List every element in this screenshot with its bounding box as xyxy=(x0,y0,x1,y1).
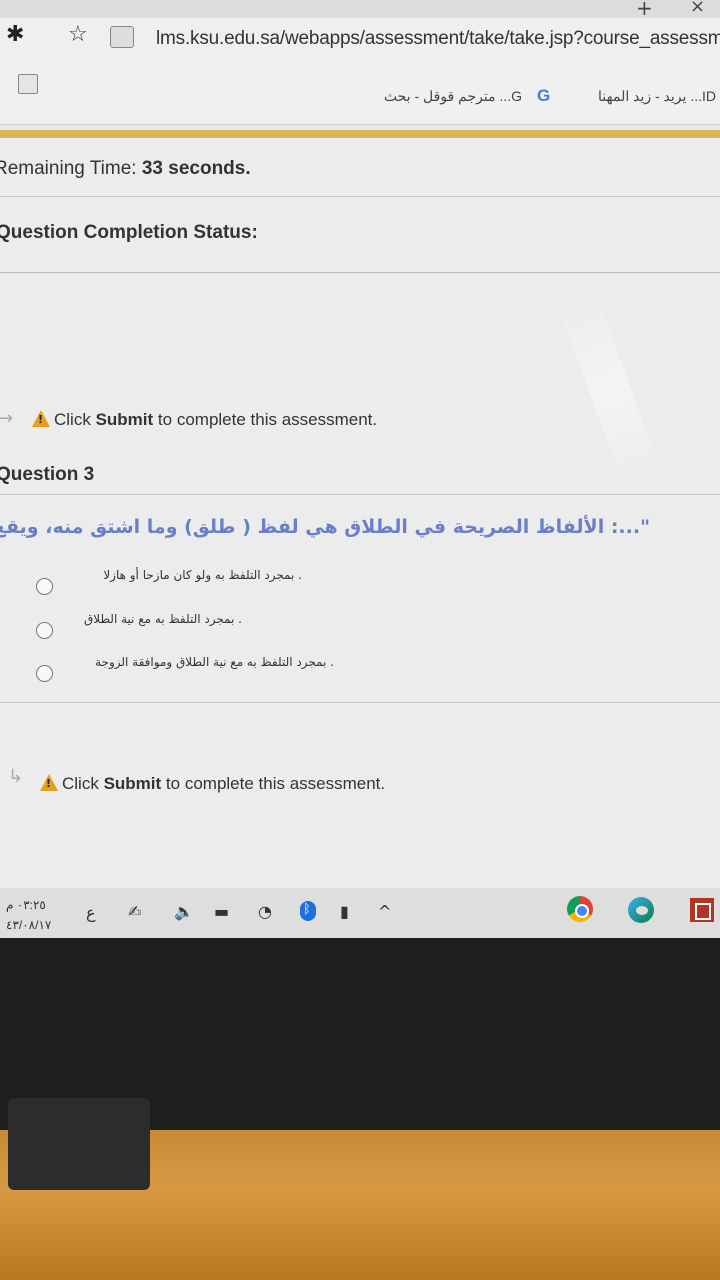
remaining-time: Remaining Time: 33 seconds. xyxy=(0,158,251,180)
option-label: . بمجرد التلفظ به مع نية الطلاق وموافقة … xyxy=(95,655,334,669)
usb-icon[interactable]: ▮ xyxy=(340,902,349,921)
divider xyxy=(0,272,720,273)
completion-status-label: Question Completion Status: xyxy=(0,222,258,243)
chevron-up-icon[interactable]: ^ xyxy=(378,902,391,921)
laptop-screen: + × ✱ ☆ lms.ksu.edu.sa/webapps/assessmen… xyxy=(0,0,720,938)
page-info-icon[interactable] xyxy=(110,26,134,48)
taskbar xyxy=(0,888,720,938)
volume-icon[interactable]: 🔈 xyxy=(174,902,194,921)
arrow-icon: → xyxy=(0,408,14,429)
submit-link[interactable]: Submit xyxy=(104,774,162,793)
warning-icon xyxy=(40,774,58,791)
pen-icon[interactable]: ✍ xyxy=(128,902,141,921)
window-titlebar: + × xyxy=(0,0,720,20)
divider xyxy=(0,494,720,495)
bookmark-item[interactable]: يريد - زيد المهنا ...ID xyxy=(598,88,716,105)
battery-icon[interactable]: ▬ xyxy=(214,902,229,921)
new-tab-button[interactable]: + xyxy=(636,0,653,20)
clock-date: ٤٣/٠٨/١٧ xyxy=(6,918,52,932)
option-radio[interactable] xyxy=(36,578,53,595)
reading-list-icon[interactable] xyxy=(18,74,38,94)
submit-instruction: Click Submit to complete this assessment… xyxy=(40,774,385,794)
bluetooth-icon[interactable] xyxy=(300,901,316,921)
divider xyxy=(0,702,720,703)
submit-link[interactable]: Submit xyxy=(96,410,154,429)
remaining-time-value: 33 xyxy=(141,158,163,179)
google-translate-icon: G xyxy=(537,86,551,105)
desk-object xyxy=(8,1098,150,1190)
warning-icon xyxy=(32,410,50,427)
option-radio[interactable] xyxy=(36,665,53,682)
header-accent-bar xyxy=(0,130,720,138)
remaining-time-unit: seconds. xyxy=(168,158,251,179)
bookmark-item[interactable]: مترجم قوقل - بحث ...G xyxy=(384,88,522,105)
close-window-button[interactable]: × xyxy=(690,0,705,17)
option-radio[interactable] xyxy=(36,622,53,639)
language-indicator[interactable]: ع xyxy=(86,903,96,922)
chrome-icon[interactable] xyxy=(567,896,593,922)
taskbar-clock[interactable]: ٠٣:٢٥ م ٤٣/٠٨/١٧ xyxy=(6,895,51,935)
edge-icon[interactable] xyxy=(628,897,654,923)
remaining-time-label: Remaining Time: xyxy=(0,158,137,179)
option-label: . بمجرد التلفظ به مع نية الطلاق xyxy=(83,612,242,626)
divider xyxy=(0,196,720,197)
submit-instruction: Click Submit to complete this assessment… xyxy=(32,410,377,430)
question-text: "...: الألفاظ الصريحة في الطلاق هي لفظ (… xyxy=(0,516,650,538)
bookmark-star-icon[interactable]: ☆ xyxy=(68,22,88,47)
option-label: . بمجرد التلفظ به ولو كان مازحا أو هازلا xyxy=(103,568,302,582)
address-bar[interactable]: lms.ksu.edu.sa/webapps/assessment/take/t… xyxy=(156,28,720,50)
extension-icon[interactable]: ✱ xyxy=(6,22,24,47)
question-title: Question 3 xyxy=(0,464,95,485)
clock-time: ٠٣:٢٥ م xyxy=(6,898,46,912)
arrow-icon: ↳ xyxy=(8,766,24,787)
wifi-icon[interactable]: ◔ xyxy=(258,902,272,921)
office-icon[interactable] xyxy=(690,898,714,922)
